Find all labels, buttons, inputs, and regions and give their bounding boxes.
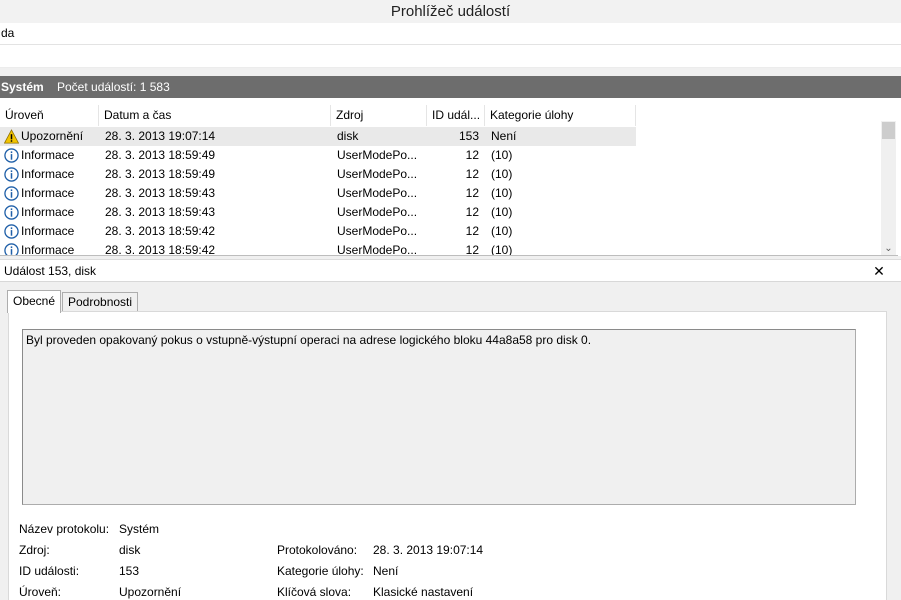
logged-label: Protokolováno: — [277, 543, 358, 557]
column-datetime[interactable]: Datum a čas — [99, 105, 331, 126]
event-rows: Upozornění 28. 3. 2013 19:07:14 disk Není 15… — [0, 127, 881, 256]
cell-level: Informace — [21, 186, 75, 200]
log-name: Systém — [1, 80, 44, 94]
log-name-value: Systém — [119, 522, 160, 536]
close-icon[interactable]: ✕ — [871, 262, 887, 280]
event-id-value: 153 — [119, 564, 140, 578]
info-icon — [4, 205, 19, 220]
warning-icon — [3, 129, 20, 144]
cell-level: Informace — [21, 205, 75, 219]
level-label: Úroveň: — [19, 585, 62, 599]
cell-source: UserModePo... — [337, 224, 418, 238]
cell-datetime: 28. 3. 2013 18:59:49 — [105, 167, 216, 181]
source-value: disk — [119, 543, 141, 557]
event-detail-pane: Událost 153, disk ✕ Obecné Podrobnosti B… — [0, 261, 901, 600]
column-header: Úroveň Datum a čas Zdroj ID udál... Kate… — [0, 105, 881, 126]
log-name-label: Název protokolu: — [19, 522, 110, 536]
cell-task-category: (10) — [491, 167, 513, 181]
column-source[interactable]: Zdroj — [331, 105, 427, 126]
cell-source: UserModePo... — [337, 167, 418, 181]
info-icon — [4, 186, 19, 201]
info-icon — [4, 243, 19, 255]
event-list[interactable]: Úroveň Datum a čas Zdroj ID udál... Kate… — [0, 98, 898, 256]
cell-task-category: (10) — [491, 186, 513, 200]
cell-level: Informace — [21, 224, 75, 238]
menu-item[interactable]: da — [1, 26, 14, 40]
cell-datetime: 28. 3. 2013 18:59:43 — [105, 205, 216, 219]
cell-level: Informace — [21, 243, 75, 256]
scrollbar-thumb[interactable] — [882, 122, 895, 139]
cell-task-category: (10) — [491, 148, 513, 162]
cell-datetime: 28. 3. 2013 18:59:42 — [105, 243, 216, 256]
cell-event-id: 12 — [465, 148, 479, 162]
table-row[interactable]: Informace 28. 3. 2013 18:59:43 UserModePo.… — [0, 203, 881, 222]
cell-event-id: 12 — [465, 224, 479, 238]
event-message-box[interactable]: Byl proveden opakovaný pokus o vstupně-v… — [22, 329, 856, 505]
column-level[interactable]: Úroveň — [0, 105, 99, 126]
cell-source: disk — [337, 129, 359, 143]
cell-level: Upozornění — [21, 129, 84, 143]
toolbar — [0, 45, 901, 68]
cell-datetime: 28. 3. 2013 18:59:49 — [105, 148, 216, 162]
info-icon — [4, 148, 19, 163]
detail-title: Událost 153, disk — [4, 264, 97, 278]
separator — [0, 68, 901, 76]
table-row[interactable]: Informace 28. 3. 2013 18:59:49 UserModePo.… — [0, 146, 881, 165]
info-icon — [4, 224, 19, 239]
cell-source: UserModePo... — [337, 205, 418, 219]
table-row[interactable]: Informace 28. 3. 2013 18:59:49 UserModePo.… — [0, 165, 881, 184]
cell-datetime: 28. 3. 2013 18:59:42 — [105, 224, 216, 238]
table-row[interactable]: Informace 28. 3. 2013 18:59:42 UserModePo.… — [0, 222, 881, 241]
cell-task-category: (10) — [491, 205, 513, 219]
cell-source: UserModePo... — [337, 243, 418, 256]
cell-event-id: 12 — [465, 167, 479, 181]
cell-event-id: 12 — [465, 186, 479, 200]
table-row[interactable]: Upozornění 28. 3. 2013 19:07:14 disk Není 15… — [0, 127, 881, 146]
detail-header: Událost 153, disk ✕ — [0, 261, 901, 282]
table-row[interactable]: Informace 28. 3. 2013 18:59:42 UserModePo.… — [0, 241, 881, 256]
table-row[interactable]: Informace 28. 3. 2013 18:59:43 UserModePo.… — [0, 184, 881, 203]
cell-source: UserModePo... — [337, 148, 418, 162]
column-event-id[interactable]: ID udál... — [427, 105, 485, 126]
cell-task-category: (10) — [491, 224, 513, 238]
cell-event-id: 153 — [458, 129, 479, 143]
pane-splitter[interactable] — [0, 256, 901, 260]
row-selection — [0, 127, 636, 146]
task-category-value: Není — [373, 564, 399, 578]
event-count: Počet událostí: 1 583 — [57, 80, 170, 94]
task-category-label: Kategorie úlohy: — [277, 564, 364, 578]
level-value: Upozornění — [119, 585, 182, 599]
cell-datetime: 28. 3. 2013 18:59:43 — [105, 186, 216, 200]
cell-event-id: 12 — [465, 205, 479, 219]
keywords-value: Klasické nastavení — [373, 585, 474, 599]
cell-task-category: Není — [491, 129, 517, 143]
info-icon — [4, 167, 19, 182]
source-label: Zdroj: — [19, 543, 50, 557]
log-header: Systém Počet událostí: 1 583 — [0, 76, 901, 98]
column-task-category[interactable]: Kategorie úlohy — [485, 105, 636, 126]
menu-bar[interactable]: da — [0, 23, 901, 45]
cell-level: Informace — [21, 148, 75, 162]
tab-general[interactable]: Obecné — [7, 290, 62, 313]
tab-details[interactable]: Podrobnosti — [62, 292, 139, 312]
cell-datetime: 28. 3. 2013 19:07:14 — [105, 129, 216, 143]
cell-event-id: 12 — [465, 243, 479, 256]
scroll-down-arrow-icon[interactable]: ⌄ — [883, 244, 894, 254]
keywords-label: Klíčová slova: — [277, 585, 352, 599]
cell-level: Informace — [21, 167, 75, 181]
window-title: Prohlížeč událostí — [0, 0, 901, 23]
cell-source: UserModePo... — [337, 186, 418, 200]
event-id-label: ID události: — [19, 564, 80, 578]
event-message: Byl proveden opakovaný pokus o vstupně-v… — [26, 333, 592, 347]
logged-value: 28. 3. 2013 19:07:14 — [373, 543, 484, 557]
cell-task-category: (10) — [491, 243, 513, 256]
vertical-scrollbar[interactable]: ⌄ — [881, 121, 896, 255]
